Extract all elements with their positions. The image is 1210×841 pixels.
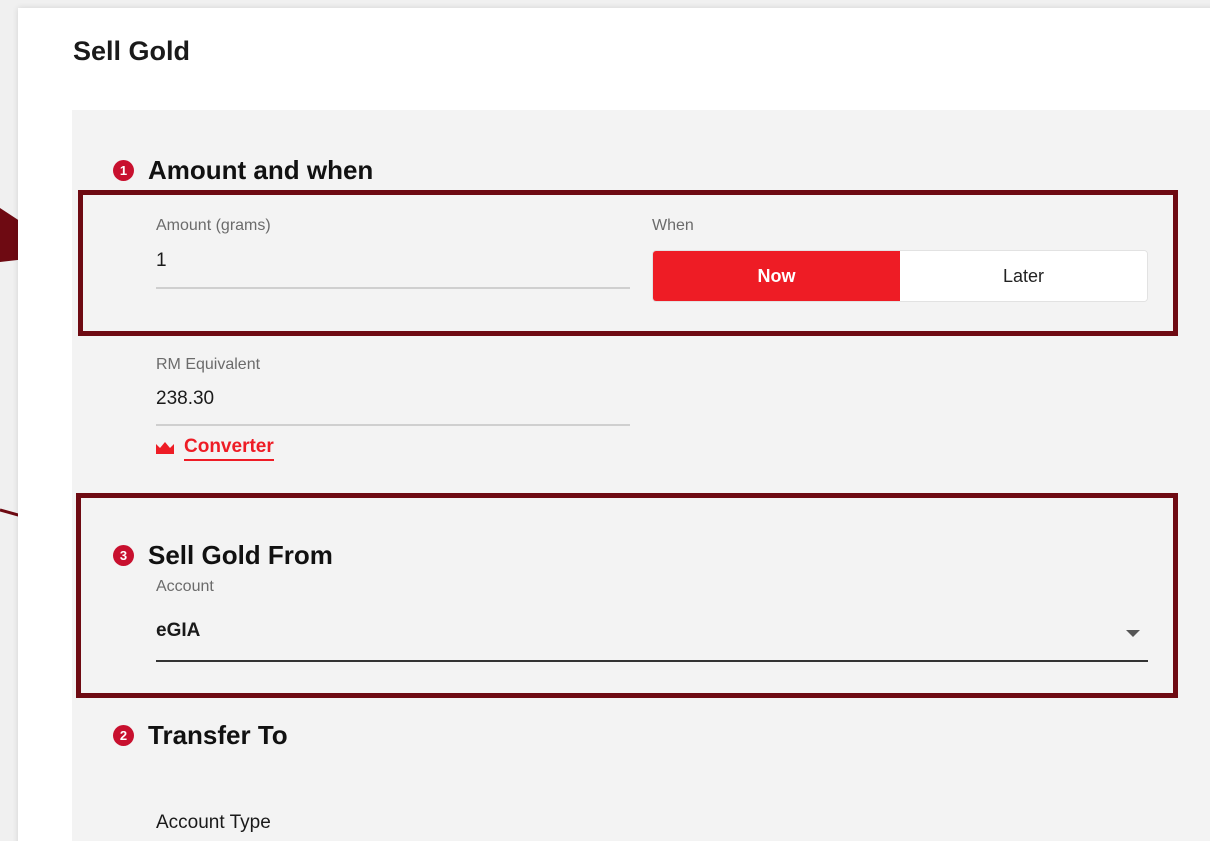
converter-icon [156, 438, 174, 460]
page-title: Sell Gold [73, 36, 191, 66]
section-heading-amount-when: 1 Amount and when [113, 155, 373, 186]
converter-link[interactable]: Converter [156, 436, 274, 461]
rm-equivalent-value[interactable]: 238.30 [156, 388, 214, 410]
annotation-box-amount-when [78, 190, 1178, 336]
rm-equivalent-underline [156, 424, 630, 426]
converter-label: Converter [184, 436, 274, 461]
rm-equivalent-label: RM Equivalent [156, 356, 261, 373]
account-type-label: Account Type [156, 812, 271, 833]
annotation-box-sell-from [76, 493, 1178, 698]
section-heading-transfer-to: 2 Transfer To [113, 720, 288, 751]
section-title-amount-when: Amount and when [148, 155, 374, 185]
section-title-transfer-to: Transfer To [148, 720, 288, 750]
step-badge-1: 1 [113, 160, 134, 181]
step-badge-2: 2 [113, 725, 134, 746]
